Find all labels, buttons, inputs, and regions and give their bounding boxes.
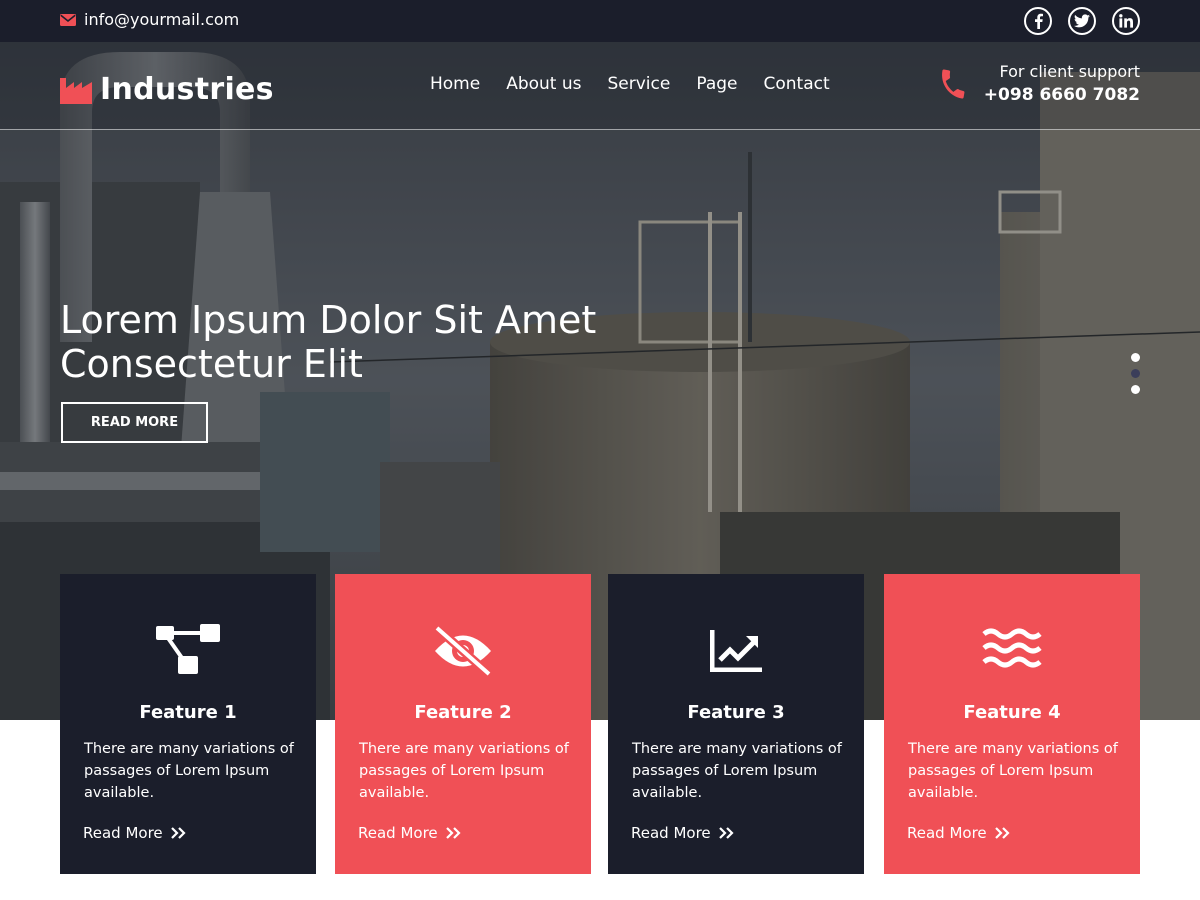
hero-title-line-2: Consectetur Elit xyxy=(60,342,363,386)
feature-card-3: Feature 3 There are many variations of p… xyxy=(608,574,864,874)
eye-slash-icon xyxy=(434,624,492,678)
read-more-label: Read More xyxy=(83,824,163,842)
twitter-icon[interactable] xyxy=(1068,7,1096,35)
facebook-icon[interactable] xyxy=(1024,7,1052,35)
hero-title-line-1: Lorem Ipsum Dolor Sit Amet xyxy=(60,298,597,342)
feature-description: There are many variations of passages of… xyxy=(84,741,294,801)
feature-title: Feature 1 xyxy=(139,702,237,723)
factory-icon xyxy=(60,77,92,104)
envelope-icon xyxy=(60,13,76,26)
top-bar: info@yourmail.com xyxy=(0,0,1200,42)
slider-dot-1[interactable] xyxy=(1131,353,1140,362)
social-links xyxy=(1024,7,1140,35)
support-phone[interactable]: +098 6660 7082 xyxy=(984,85,1140,105)
nav-item-contact[interactable]: Contact xyxy=(764,74,830,94)
read-more-button[interactable]: READ MORE xyxy=(61,402,208,443)
feature-card-4: Feature 4 There are many variations of p… xyxy=(884,574,1140,874)
sitemap-icon xyxy=(156,624,220,674)
read-more-label: Read More xyxy=(631,824,711,842)
email-text: info@yourmail.com xyxy=(84,10,240,29)
nav-item-about-us[interactable]: About us xyxy=(506,74,581,94)
slider-dot-3[interactable] xyxy=(1131,385,1140,394)
slider-dot-2[interactable] xyxy=(1131,369,1140,378)
feature-title: Feature 4 xyxy=(963,702,1061,723)
feature-description: There are many variations of passages of… xyxy=(632,741,842,801)
logo-text: Industries xyxy=(100,72,274,107)
double-chevron-right-icon xyxy=(718,827,734,839)
phone-icon xyxy=(941,68,965,99)
feature-description: There are many variations of passages of… xyxy=(359,741,569,801)
support-label: For client support xyxy=(999,62,1140,81)
client-support: For client support +098 6660 7082 xyxy=(936,62,1140,105)
feature-read-more-link[interactable]: Read More xyxy=(907,824,1010,842)
nav-item-page[interactable]: Page xyxy=(696,74,737,94)
feature-title: Feature 2 xyxy=(414,702,512,723)
feature-card-2: Feature 2 There are many variations of p… xyxy=(335,574,591,874)
site-logo[interactable]: Industries xyxy=(60,72,274,107)
contact-email[interactable]: info@yourmail.com xyxy=(60,10,239,29)
slider-dots xyxy=(1131,353,1140,394)
feature-title: Feature 3 xyxy=(687,702,785,723)
read-more-label: Read More xyxy=(358,824,438,842)
site-header: Industries Home About us Service Page Co… xyxy=(0,42,1200,130)
nav-item-service[interactable]: Service xyxy=(608,74,671,94)
water-icon xyxy=(982,628,1042,668)
features-section: Feature 1 There are many variations of p… xyxy=(60,574,1140,874)
double-chevron-right-icon xyxy=(445,827,461,839)
read-more-label: Read More xyxy=(907,824,987,842)
feature-read-more-link[interactable]: Read More xyxy=(358,824,461,842)
feature-card-1: Feature 1 There are many variations of p… xyxy=(60,574,316,874)
chart-line-icon xyxy=(710,630,762,672)
main-nav: Home About us Service Page Contact xyxy=(430,74,830,94)
feature-read-more-link[interactable]: Read More xyxy=(631,824,734,842)
double-chevron-right-icon xyxy=(170,827,186,839)
hero-title: Lorem Ipsum Dolor Sit Amet Consectetur E… xyxy=(60,298,680,386)
feature-read-more-link[interactable]: Read More xyxy=(83,824,186,842)
feature-description: There are many variations of passages of… xyxy=(908,741,1118,801)
double-chevron-right-icon xyxy=(994,827,1010,839)
nav-item-home[interactable]: Home xyxy=(430,74,480,94)
linkedin-icon[interactable] xyxy=(1112,7,1140,35)
